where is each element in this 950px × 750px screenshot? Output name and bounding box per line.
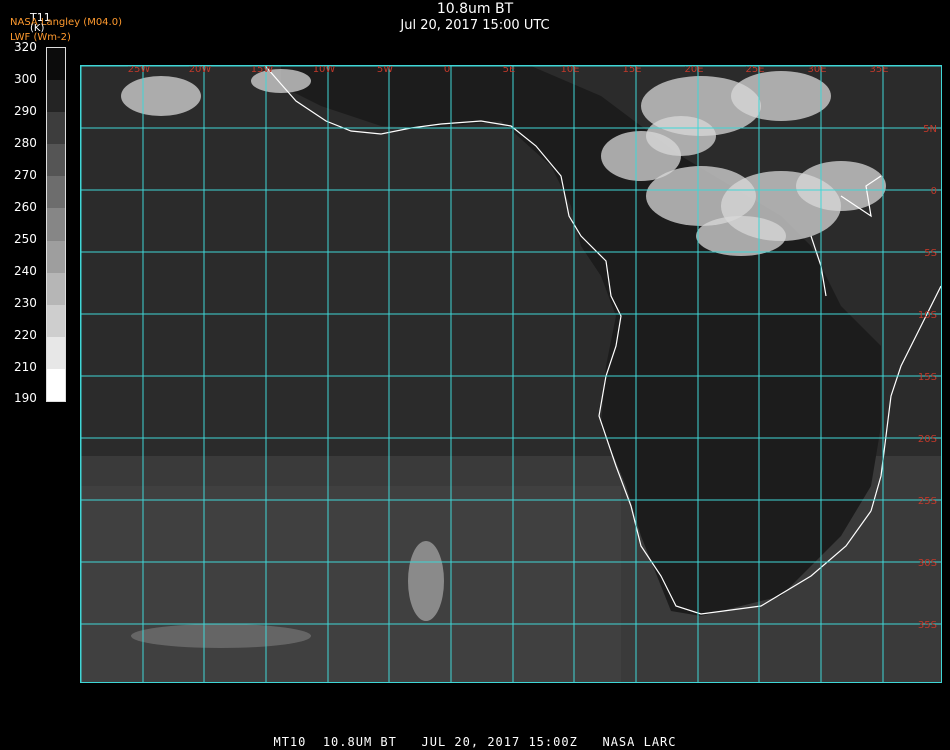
latitude-label: 0 bbox=[931, 186, 937, 197]
colorbar-tick-label: 260 bbox=[14, 200, 37, 214]
cloud bbox=[646, 116, 716, 156]
latitude-label: 40S bbox=[918, 682, 937, 683]
longitude-label: 15E bbox=[622, 66, 641, 75]
longitude-label: 35E bbox=[869, 66, 888, 75]
colorbar-segment bbox=[47, 176, 65, 209]
latitude-label: 30S bbox=[918, 558, 937, 569]
colorbar-tick-label: 320 bbox=[14, 40, 37, 54]
colorbar-tick-label: 300 bbox=[14, 72, 37, 86]
longitude-label: 5E bbox=[503, 66, 516, 75]
southern-cloud-band bbox=[81, 486, 621, 682]
map-canvas: 25W 20W 15W 10W 5W 0 5E 10E 15E 20E 25E 30E 35E 5N 0 5S… bbox=[81, 66, 941, 683]
colorbar-tick-label: 280 bbox=[14, 136, 37, 150]
colorbar-segment bbox=[47, 112, 65, 145]
cloud bbox=[121, 76, 201, 116]
longitude-label: 20W bbox=[189, 66, 212, 75]
latitude-label: 35S bbox=[918, 620, 937, 631]
colorbar-tick-label: 210 bbox=[14, 360, 37, 374]
colorbar-segment bbox=[47, 368, 65, 402]
latitude-label: 10S bbox=[918, 310, 937, 321]
colorbar-segment bbox=[47, 304, 65, 338]
longitude-label: 30E bbox=[807, 66, 826, 75]
colorbar-tick-label: 240 bbox=[14, 264, 37, 278]
cloud-streak bbox=[408, 541, 444, 621]
latitude-label: 20S bbox=[918, 434, 937, 445]
colorbar-tick-label: 290 bbox=[14, 104, 37, 118]
colorbar-segment bbox=[47, 240, 65, 274]
colorbar-segment bbox=[47, 144, 65, 177]
colorbar bbox=[46, 47, 66, 402]
colorbar-tick-label: 230 bbox=[14, 296, 37, 310]
longitude-label: 10W bbox=[313, 66, 336, 75]
longitude-label: 15W bbox=[251, 66, 274, 75]
colorbar-tick-label: 190 bbox=[14, 391, 37, 405]
colorbar-tick-label: 220 bbox=[14, 328, 37, 342]
colorbar-segment bbox=[47, 336, 65, 370]
longitude-label: 20E bbox=[684, 66, 703, 75]
colorbar-unit: (K) bbox=[30, 23, 45, 34]
latitude-label: 25S bbox=[918, 496, 937, 507]
longitude-label: 5W bbox=[377, 66, 393, 75]
cloud bbox=[796, 161, 886, 211]
cloud bbox=[696, 216, 786, 256]
longitude-label: 25E bbox=[745, 66, 764, 75]
footer-caption: MT10 10.8UM BT JUL 20, 2017 15:00Z NASA … bbox=[273, 735, 677, 749]
colorbar-tick-label: 270 bbox=[14, 168, 37, 182]
image-subtitle: Jul 20, 2017 15:00 UTC bbox=[400, 18, 550, 33]
latitude-label: 5N bbox=[923, 124, 937, 135]
colorbar-segment bbox=[47, 272, 65, 306]
longitude-label: 10E bbox=[560, 66, 579, 75]
cloud-streak bbox=[131, 624, 311, 648]
image-title: 10.8um BT bbox=[436, 1, 514, 17]
colorbar-segment bbox=[47, 80, 65, 113]
satellite-map: 25W 20W 15W 10W 5W 0 5E 10E 15E 20E 25E 30E 35E 5N 0 5S… bbox=[80, 65, 942, 683]
latitude-label: 5S bbox=[924, 248, 937, 259]
latitude-label: 15S bbox=[918, 372, 937, 383]
provider-label: NASA Langley (M04.0) bbox=[10, 17, 122, 28]
longitude-label: 25W bbox=[128, 66, 151, 75]
colorbar-segment bbox=[47, 48, 65, 81]
colorbar-tick-label: 250 bbox=[14, 232, 37, 246]
colorbar-segment bbox=[47, 208, 65, 242]
longitude-label: 0 bbox=[444, 66, 450, 75]
cloud bbox=[731, 71, 831, 121]
